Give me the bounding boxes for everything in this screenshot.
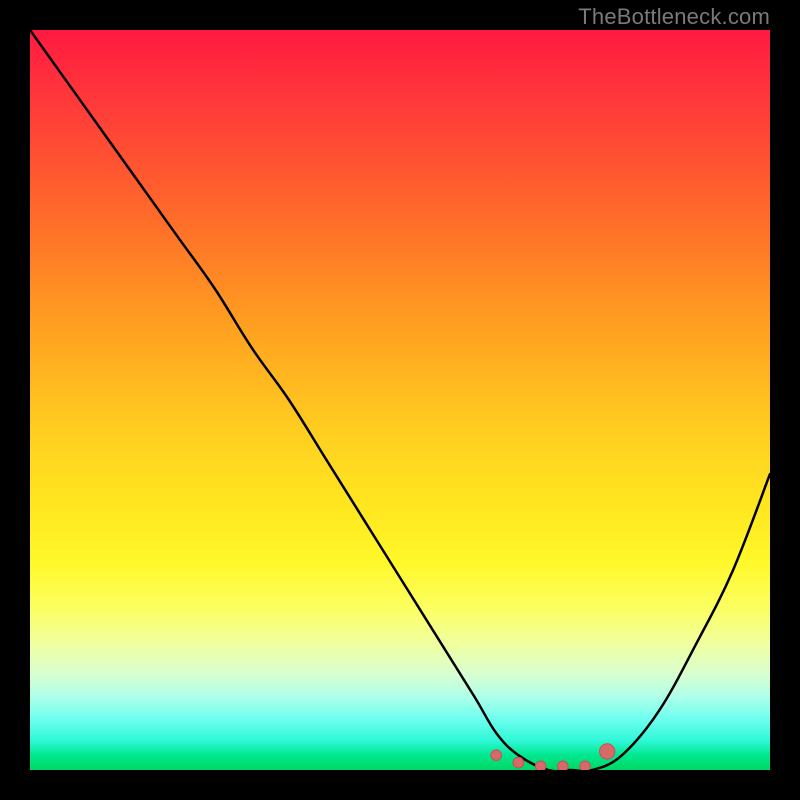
marker-dot — [535, 761, 546, 770]
chart-frame: TheBottleneck.com — [0, 0, 800, 800]
marker-dot — [558, 761, 569, 770]
marker-dot — [600, 744, 615, 759]
marker-dot — [580, 761, 591, 770]
curve-layer — [30, 30, 770, 770]
marker-dot — [491, 750, 502, 761]
watermark-text: TheBottleneck.com — [578, 4, 770, 30]
bottleneck-curve — [30, 30, 770, 770]
plot-area — [30, 30, 770, 770]
marker-dot — [513, 757, 524, 768]
